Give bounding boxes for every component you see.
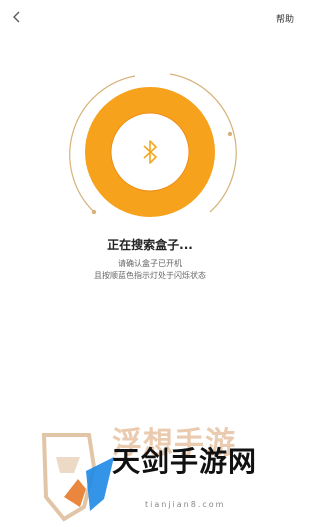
chevron-left-icon <box>13 11 20 23</box>
hint-line-2: 且按顺蓝色指示灯处于闪烁状态 <box>94 271 206 280</box>
help-button[interactable]: 帮助 <box>276 12 294 25</box>
watermark-brand: 天剑手游网 <box>112 445 258 478</box>
searching-animation <box>60 62 240 242</box>
searching-status-title: 正在搜索盒子... <box>107 238 193 252</box>
top-bar: 帮助 <box>0 0 300 34</box>
watermark-domain: tianjian8.com <box>145 500 226 509</box>
outer-arc-dot-left <box>91 209 97 215</box>
outer-arc-dot-right <box>227 131 233 137</box>
hint-line-1: 请确认盒子已开机 <box>118 259 182 268</box>
back-button[interactable] <box>8 8 26 26</box>
